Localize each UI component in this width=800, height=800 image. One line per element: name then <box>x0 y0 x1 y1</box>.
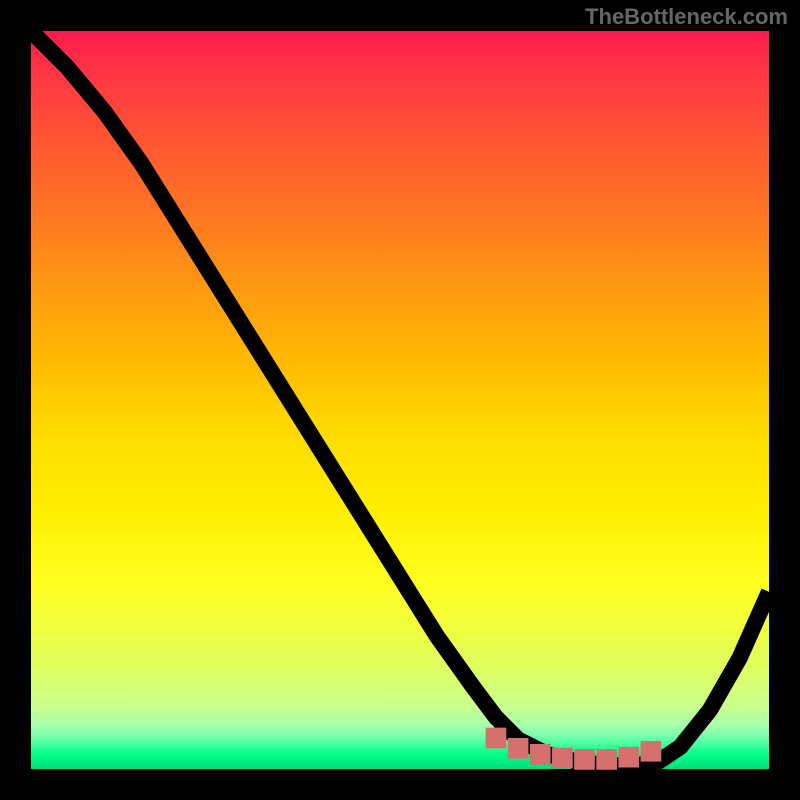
marker-point <box>534 748 547 761</box>
chart-container: TheBottleneck.com <box>0 0 800 800</box>
marker-point <box>578 753 591 766</box>
marker-point <box>622 751 635 764</box>
marker-point <box>511 742 524 755</box>
marker-point <box>644 745 657 758</box>
chart-svg <box>31 31 769 769</box>
marker-point <box>600 753 613 766</box>
marker-point <box>556 751 569 764</box>
marker-point <box>489 731 502 744</box>
watermark-text: TheBottleneck.com <box>585 4 788 30</box>
bottleneck-curve <box>31 31 769 765</box>
